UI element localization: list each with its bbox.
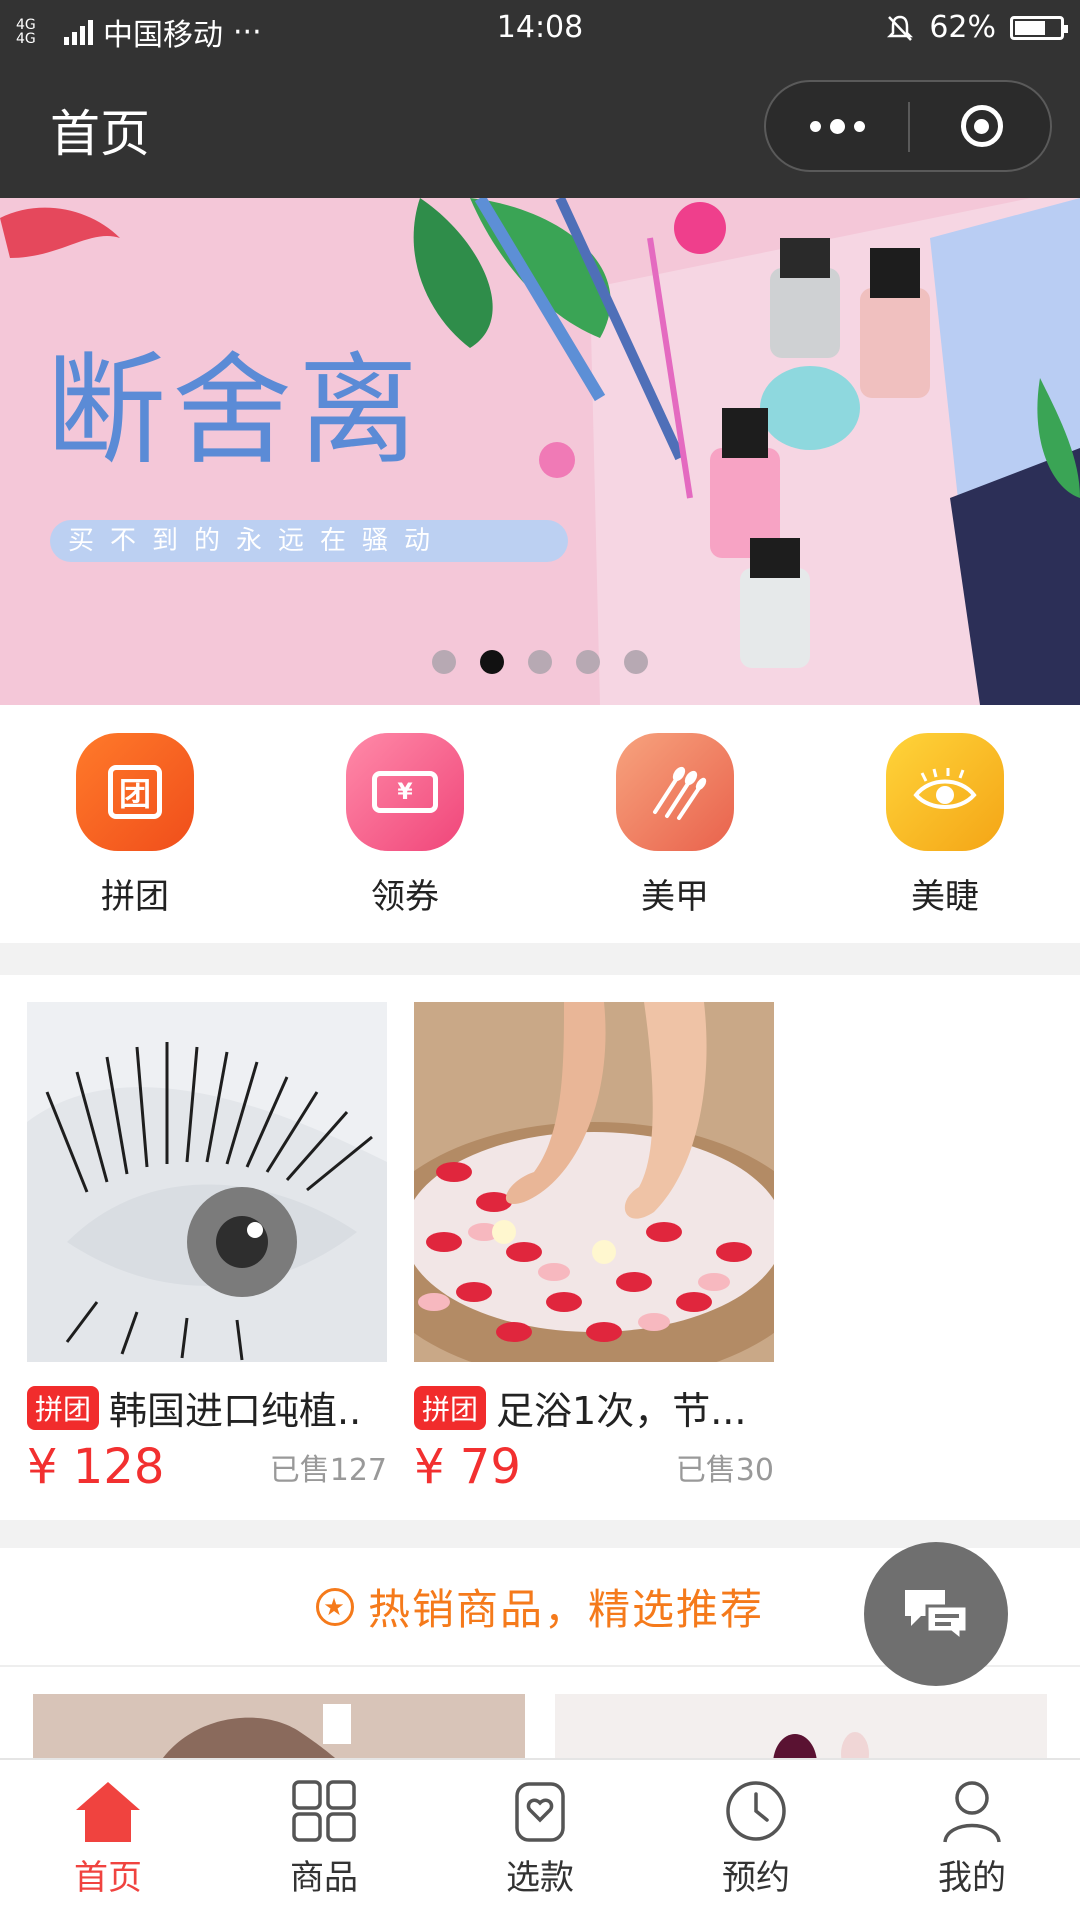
banner-title: 断舍离 xyxy=(46,342,424,481)
tab-label: 商品 xyxy=(290,1858,358,1898)
more-dot-icon xyxy=(830,118,845,134)
tab-home[interactable]: 首页 xyxy=(0,1778,216,1899)
mute-bell-icon xyxy=(887,15,914,41)
more-dot-icon xyxy=(854,120,865,132)
product-card[interactable]: 拼团 韩国进口纯植.. ¥ 128 已售127 xyxy=(27,1002,387,1495)
product-image xyxy=(414,1002,774,1362)
product-price: ¥ 128 xyxy=(27,1439,165,1495)
nav-bar: 首页 xyxy=(0,62,1080,198)
tab-mine[interactable]: 我的 xyxy=(864,1778,1080,1899)
category-coupon[interactable]: ¥ 领券 xyxy=(305,733,505,918)
product-card[interactable]: 拼团 足浴1次，节... ¥ 79 已售30 xyxy=(414,1002,774,1495)
banner-subtitle: 买不到的永远在骚动 xyxy=(50,520,568,562)
category-nail[interactable]: 美甲 xyxy=(575,733,775,918)
close-button[interactable] xyxy=(911,82,1052,170)
battery-icon xyxy=(1010,15,1068,40)
group-buy-tag: 拼团 xyxy=(27,1385,100,1430)
tab-label: 首页 xyxy=(74,1858,142,1898)
category-group-buy[interactable]: 团 拼团 xyxy=(35,733,235,918)
carousel-dot[interactable] xyxy=(624,650,648,674)
tab-products[interactable]: 商品 xyxy=(216,1778,432,1899)
tab-bar: 首页 商品 选款 预约 我的 xyxy=(0,1758,1080,1920)
nail-icon xyxy=(616,733,734,851)
more-button[interactable] xyxy=(766,82,909,170)
group-buy-tag: 拼团 xyxy=(414,1385,487,1430)
heart-bag-icon xyxy=(515,1782,565,1842)
eye-icon xyxy=(913,768,977,809)
eyelash-icon xyxy=(886,733,1004,851)
target-icon xyxy=(960,105,1003,147)
nail-brush-icon xyxy=(653,766,707,820)
group-icon: 团 xyxy=(76,733,194,851)
category-label: 美睫 xyxy=(911,877,979,917)
tab-label: 选款 xyxy=(506,1858,574,1898)
product-image xyxy=(27,1002,387,1362)
product-name: 韩国进口纯植.. xyxy=(109,1389,362,1433)
status-bar: 4G 4G 中国移动 ··· 14:08 62% xyxy=(0,0,1080,62)
carousel-dot[interactable] xyxy=(576,650,600,674)
carousel-indicators xyxy=(0,650,1080,674)
product-price: ¥ 79 xyxy=(414,1439,521,1495)
capsule-divider xyxy=(908,102,910,152)
chat-button[interactable] xyxy=(864,1542,1008,1686)
group-buy-section: 拼团 韩国进口纯植.. ¥ 128 已售127 拼团 足浴1次，节... ¥ 7… xyxy=(0,975,1080,1520)
category-grid: 团 拼团 ¥ 领券 美甲 美睫 xyxy=(0,705,1080,943)
hot-section-title: 热销商品，精选推荐 xyxy=(367,1585,764,1634)
clock-icon xyxy=(726,1781,786,1841)
tab-select[interactable]: 选款 xyxy=(432,1778,648,1899)
category-label: 拼团 xyxy=(101,877,169,917)
product-sold-count: 已售30 xyxy=(675,1453,774,1488)
star-icon: ★ xyxy=(315,1587,354,1626)
grid-icon xyxy=(292,1780,356,1842)
category-glyph: 团 xyxy=(108,765,162,819)
page-title: 首页 xyxy=(50,105,150,163)
banner-carousel[interactable]: 断舍离 买不到的永远在骚动 xyxy=(0,198,1080,705)
carousel-dot[interactable] xyxy=(480,650,504,674)
tab-label: 预约 xyxy=(722,1858,790,1898)
chat-bubbles-icon xyxy=(905,1590,969,1642)
tab-booking[interactable]: 预约 xyxy=(648,1778,864,1899)
category-label: 美甲 xyxy=(641,877,709,917)
home-icon xyxy=(76,1782,140,1842)
category-glyph: ¥ xyxy=(372,771,438,813)
carousel-dot[interactable] xyxy=(528,650,552,674)
battery-percent: 62% xyxy=(929,10,996,45)
mini-program-capsule xyxy=(764,80,1052,172)
category-label: 领券 xyxy=(371,877,439,917)
more-dot-icon xyxy=(810,120,821,132)
product-name: 足浴1次，节... xyxy=(496,1389,747,1433)
user-icon xyxy=(943,1781,1001,1843)
coupon-icon: ¥ xyxy=(346,733,464,851)
tab-label: 我的 xyxy=(938,1858,1006,1898)
product-sold-count: 已售127 xyxy=(269,1453,387,1488)
category-eyelash[interactable]: 美睫 xyxy=(845,733,1045,918)
carousel-dot[interactable] xyxy=(432,650,456,674)
